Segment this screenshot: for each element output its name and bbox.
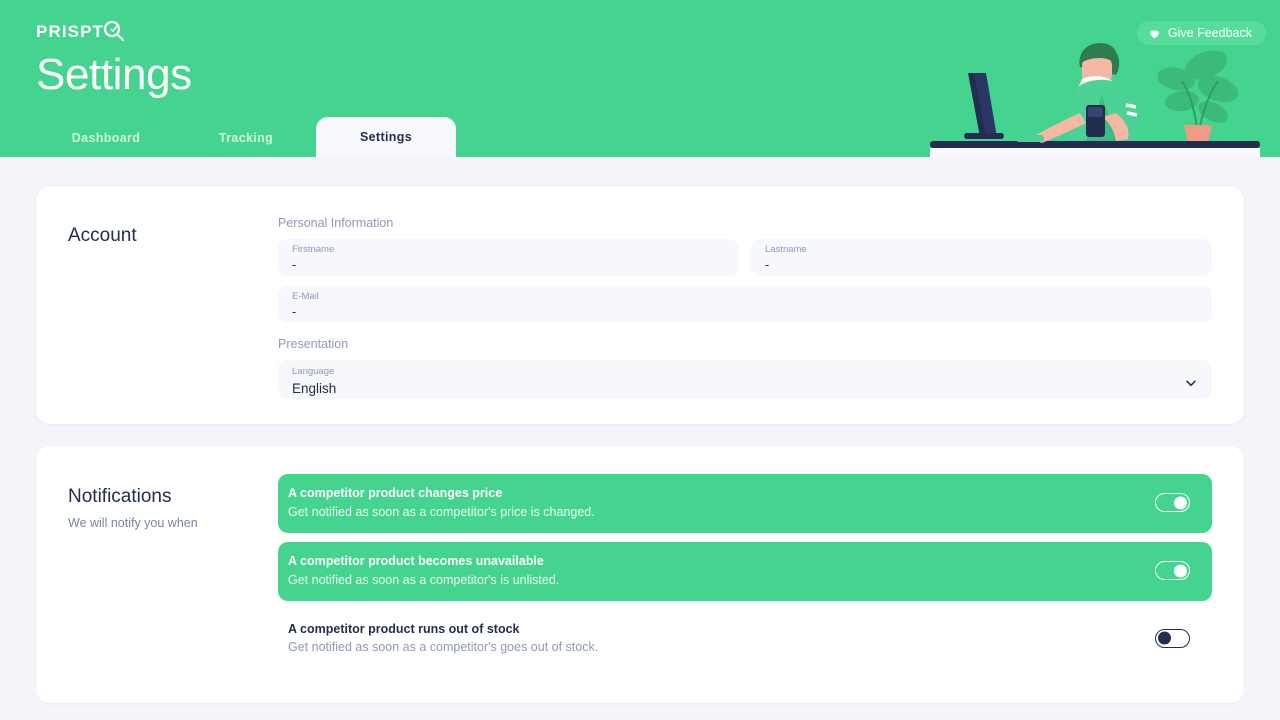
toggle-knob [1174,496,1187,510]
presentation-label: Presentation [278,337,349,351]
settings-content: Account Personal Information Firstname -… [0,187,1280,720]
account-title: Account [68,225,137,246]
toggle-knob [1174,564,1187,578]
page-title: Settings [36,50,192,99]
notification-description: Get notified as soon as a competitor's p… [288,504,595,519]
notification-texts: A competitor product changes price Get n… [288,485,595,521]
notification-toggle-out-of-stock[interactable] [1155,628,1190,648]
firstname-value: - [292,257,297,272]
notifications-subtitle: We will notify you when [68,515,198,530]
notification-title: A competitor product runs out of stock [288,621,520,636]
notification-description: Get notified as soon as a competitor's i… [288,572,560,587]
notification-row-unavailable[interactable]: A competitor product becomes unavailable… [278,541,1212,601]
tab-tracking[interactable]: Tracking [176,119,316,157]
language-select[interactable]: Language English [278,360,1212,399]
email-field-row: E-Mail - [278,286,1212,323]
language-field-row: Language English [278,360,1212,399]
notification-title: A competitor product changes price [288,486,503,500]
notification-title: A competitor product becomes unavailable [288,553,544,568]
lastname-field[interactable]: Lastname - [751,239,1212,276]
language-value: English [292,380,337,396]
notifications-card: Notifications We will notify you when A … [36,446,1244,704]
notification-texts: A competitor product runs out of stock G… [288,621,598,657]
toggle-knob [1158,631,1171,645]
name-field-row: Firstname - Lastname - [278,239,1212,276]
notification-row-out-of-stock[interactable]: A competitor product runs out of stock G… [278,610,1212,669]
account-card-heading: Account [68,213,278,424]
tab-dashboard[interactable]: Dashboard [36,119,176,157]
firstname-label: Firstname [292,244,335,255]
account-form: Personal Information Firstname - Lastnam… [278,213,1212,424]
email-label: E-Mail [292,291,319,302]
notification-description: Get notified as soon as a competitor's g… [288,640,599,655]
notifications-card-heading: Notifications We will notify you when [68,474,278,677]
personal-information-label: Personal Information [278,216,394,230]
notifications-list: A competitor product changes price Get n… [278,474,1212,677]
notification-texts: A competitor product becomes unavailable… [288,553,559,589]
lastname-value: - [765,257,770,272]
notification-toggle-price-change[interactable] [1155,493,1190,513]
lastname-label: Lastname [765,244,807,255]
main-tabs: Dashboard Tracking Settings [36,117,456,157]
notification-toggle-unavailable[interactable] [1155,561,1190,581]
email-value: - [292,304,297,319]
email-field[interactable]: E-Mail - [278,286,1212,323]
language-label: Language [292,366,335,377]
app-header: PRISP T Settings Give Feedback Dashboard… [0,0,1280,157]
brand-logo: PRISP T [36,20,125,42]
chevron-down-icon [1186,379,1196,386]
brand-logo-text: PRISP [36,21,93,41]
firstname-field[interactable]: Firstname - [278,239,739,276]
notification-row-price-change[interactable]: A competitor product changes price Get n… [278,474,1212,533]
account-card: Account Personal Information Firstname -… [36,187,1244,424]
footer-actions-wrap: Discard Changes Save Changes [36,703,1244,720]
header-illustration [930,43,1260,157]
tab-settings[interactable]: Settings [316,117,456,157]
magnifier-icon [103,20,125,42]
notifications-title: Notifications [68,486,172,507]
